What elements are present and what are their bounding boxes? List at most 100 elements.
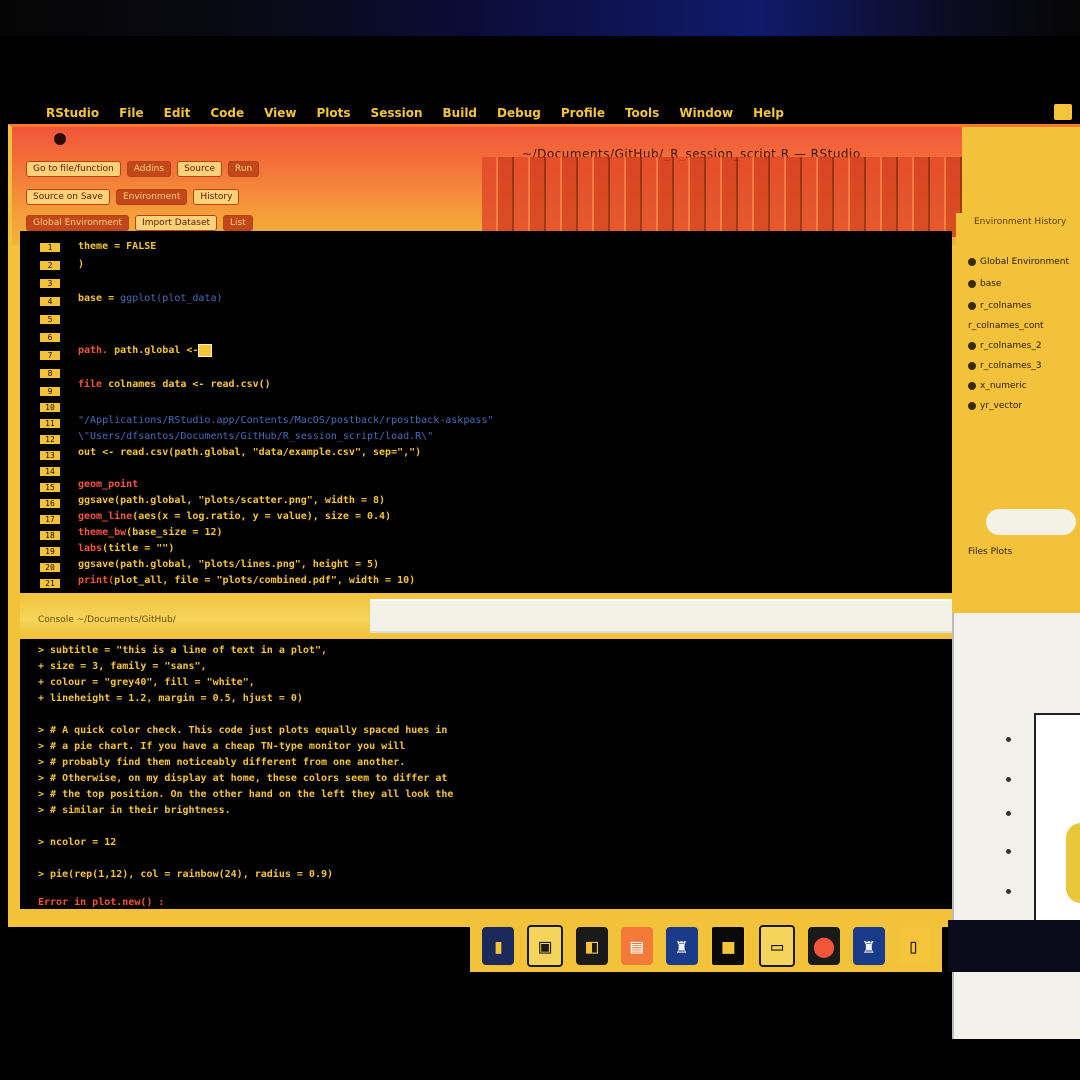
- line-number: 15: [40, 483, 60, 492]
- menu-session[interactable]: Session: [371, 106, 423, 120]
- code-line: print(plot_all, file = "plots/combined.p…: [78, 575, 416, 586]
- env-entry[interactable]: base: [968, 279, 1001, 289]
- line-number: 18: [40, 531, 60, 540]
- source-on-save-checkbox[interactable]: Source on Save: [26, 189, 110, 205]
- environment-tabs[interactable]: Environment History: [974, 217, 1066, 227]
- console-line: > # Otherwise, on my display at home, th…: [38, 773, 448, 784]
- line-gutter: 1 2 3 4 5 6 7 8 9 10 11 12 13 14 15 16 1…: [20, 231, 60, 593]
- console-line: > # A quick color check. This code just …: [38, 725, 448, 736]
- toolbar-row-2: Source on Save Environment History: [26, 189, 240, 205]
- source-button[interactable]: Source: [177, 161, 222, 177]
- code-line: ggsave(path.global, "plots/scatter.png",…: [78, 495, 386, 506]
- import-dataset-button[interactable]: Import Dataset: [135, 215, 218, 231]
- object-icon: [968, 402, 976, 410]
- code-line: file colnames data <- read.csv(): [78, 379, 271, 390]
- menu-profile[interactable]: Profile: [561, 106, 605, 120]
- menu-view[interactable]: View: [264, 106, 296, 120]
- code-line: geom_point: [78, 479, 139, 490]
- dock: ▮ ▣ ◧ ▤ ♜ ■ ▭ ⬤ ♜ ▯: [470, 920, 942, 972]
- calendar-app-icon[interactable]: ▤: [620, 927, 653, 965]
- object-icon: [968, 382, 976, 390]
- tooltip-bubble: [986, 509, 1076, 535]
- console-tab-label[interactable]: Console ~/Documents/GitHub/: [38, 615, 176, 625]
- line-number: 17: [40, 515, 60, 524]
- console-line: > subtitle = "this is a line of text in …: [38, 645, 327, 656]
- menu-plots[interactable]: Plots: [317, 106, 351, 120]
- line-number: 2: [40, 261, 60, 270]
- console-line: > pie(rep(1,12), col = rainbow(24), radi…: [38, 869, 334, 880]
- code-line: "/Applications/RStudio.app/Contents/MacO…: [78, 415, 494, 426]
- env-entry[interactable]: yr_vector: [968, 401, 1022, 411]
- menu-code[interactable]: Code: [210, 106, 244, 120]
- line-number: 19: [40, 547, 60, 556]
- code-line: theme = FALSE: [78, 241, 157, 252]
- menu-window[interactable]: Window: [679, 106, 733, 120]
- object-icon: [968, 362, 976, 370]
- terminal-app-icon[interactable]: ◧: [575, 927, 608, 965]
- code-line: ggsave(path.global, "plots/lines.png", h…: [78, 559, 380, 570]
- object-icon: [968, 280, 976, 288]
- env-entry[interactable]: r_colnames_2: [968, 341, 1042, 351]
- menu-app-name[interactable]: RStudio: [46, 106, 99, 120]
- pane-splitter[interactable]: Console ~/Documents/GitHub/: [20, 593, 952, 637]
- preview-app-icon[interactable]: ■: [710, 925, 747, 967]
- code-line: base = ggplot(plot_data): [78, 293, 223, 304]
- line-number: 1: [40, 243, 60, 252]
- global-env-select[interactable]: Global Environment: [26, 215, 130, 231]
- window-close-icon[interactable]: [54, 133, 66, 145]
- object-icon: [968, 302, 976, 310]
- code-line: labs(title = ""): [78, 543, 175, 554]
- line-number: 3: [40, 279, 60, 288]
- finder-app-icon[interactable]: ▮: [482, 927, 515, 965]
- notes-app-icon[interactable]: ▭: [759, 925, 796, 967]
- axis-tick: [1006, 737, 1011, 742]
- console-line: > # similar in their brightness.: [38, 805, 231, 816]
- run-button[interactable]: Run: [228, 161, 260, 177]
- console-line: + colour = "grey40", fill = "white",: [38, 677, 255, 688]
- textedit-app-icon[interactable]: ▣: [527, 925, 564, 967]
- env-entry[interactable]: r_colnames_cont: [968, 321, 1044, 331]
- toolbar-row-1: Go to file/function Addins Source Run: [26, 161, 260, 177]
- env-entry[interactable]: r_colnames_3: [968, 361, 1042, 371]
- menu-file[interactable]: File: [119, 106, 144, 120]
- env-entry[interactable]: r_colnames: [968, 301, 1031, 311]
- console-pane[interactable]: > subtitle = "this is a line of text in …: [20, 639, 952, 909]
- line-number: 10: [40, 403, 60, 412]
- console-tab-strip: [370, 599, 952, 633]
- line-number: 14: [40, 467, 60, 476]
- menubar-status-icon[interactable]: [1054, 104, 1072, 120]
- trash-app-icon[interactable]: ▯: [897, 927, 930, 965]
- line-number: 11: [40, 419, 60, 428]
- line-number: 21: [40, 579, 60, 588]
- code-editor[interactable]: 1 2 3 4 5 6 7 8 9 10 11 12 13 14 15 16 1…: [20, 231, 952, 593]
- env-entry[interactable]: x_numeric: [968, 381, 1027, 391]
- line-number: 12: [40, 435, 60, 444]
- list-view-button[interactable]: List: [223, 215, 253, 231]
- console-error-line: Error in plot.new() :: [38, 897, 165, 908]
- tab-history[interactable]: History: [193, 189, 240, 205]
- menu-debug[interactable]: Debug: [497, 106, 541, 120]
- goto-file-button[interactable]: Go to file/function: [26, 161, 121, 177]
- tab-environment[interactable]: Environment: [115, 189, 188, 205]
- plot-viewer[interactable]: [952, 613, 1080, 1039]
- menu-build[interactable]: Build: [443, 106, 478, 120]
- menu-edit[interactable]: Edit: [164, 106, 191, 120]
- line-number: 16: [40, 499, 60, 508]
- rstudio-app-icon[interactable]: ♜: [665, 927, 698, 965]
- code-line: out <- read.csv(path.global, "data/examp…: [78, 447, 422, 458]
- line-number: 20: [40, 563, 60, 572]
- monitor-bezel: [0, 0, 1080, 36]
- menu-help[interactable]: Help: [753, 106, 784, 120]
- mail-app-icon[interactable]: ♜: [852, 927, 885, 965]
- code-line: geom_line(aes(x = log.ratio, y = value),…: [78, 511, 392, 522]
- code-line: path. path.global <-: [78, 344, 213, 357]
- files-plots-tabs[interactable]: Files Plots: [968, 547, 1012, 557]
- safari-app-icon[interactable]: ⬤: [807, 927, 840, 965]
- desktop-background: [948, 920, 1080, 972]
- toolbar-pattern: [482, 157, 962, 237]
- env-entry[interactable]: Global Environment: [968, 257, 1069, 267]
- menu-tools[interactable]: Tools: [625, 106, 659, 120]
- environment-panel: Environment History Global Environment b…: [956, 213, 1080, 583]
- console-line: > # probably find them noticeably differ…: [38, 757, 406, 768]
- addins-button[interactable]: Addins: [126, 161, 172, 177]
